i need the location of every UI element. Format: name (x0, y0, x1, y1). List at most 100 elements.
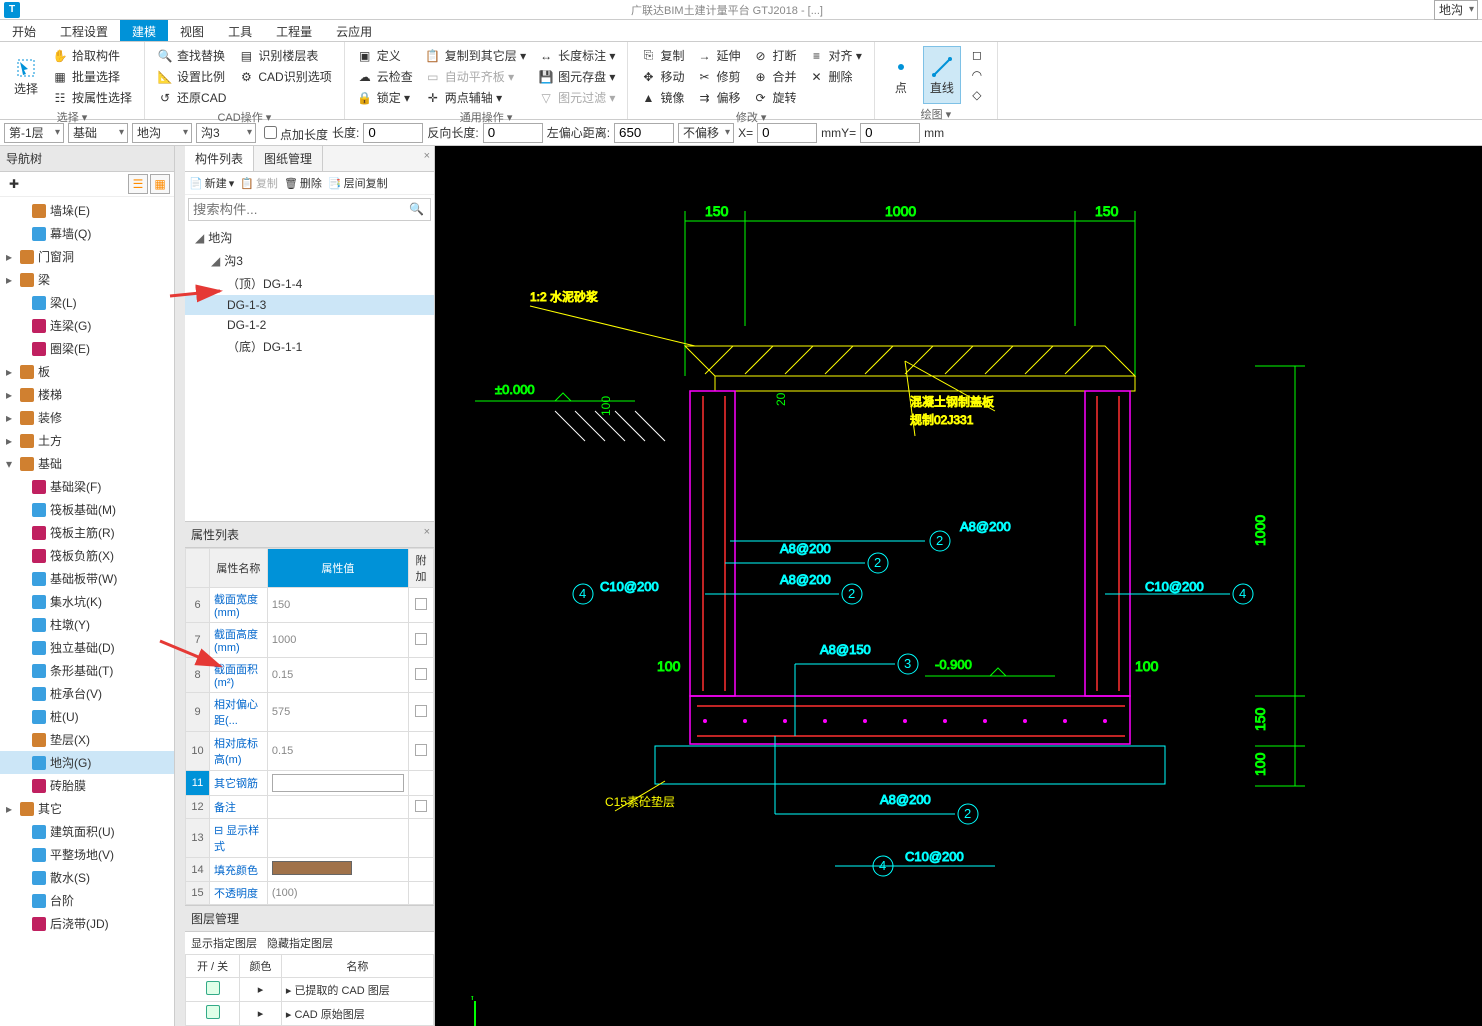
draw-more-1[interactable]: ◻ (965, 46, 989, 64)
copy-button[interactable]: ⎘复制 (636, 46, 688, 65)
prop-check[interactable] (415, 744, 427, 756)
nav-item[interactable]: 筏板负筋(X) (0, 544, 174, 567)
prop-check[interactable] (415, 800, 427, 812)
leftoff-input[interactable] (614, 123, 674, 143)
len-input[interactable] (363, 123, 423, 143)
twoaux-button[interactable]: ✛两点辅轴 ▾ (421, 88, 530, 107)
hide-layer-button[interactable]: 隐藏指定图层 (267, 935, 333, 951)
nav-item[interactable]: 基础梁(F) (0, 475, 174, 498)
nav-item[interactable]: 台阶 (0, 889, 174, 912)
delete-button[interactable]: ✕删除 (805, 67, 866, 86)
select-button[interactable]: 选择 (8, 46, 44, 107)
prop-check[interactable] (415, 705, 427, 717)
prop-row[interactable]: 13⊟ 显示样式 (186, 819, 434, 858)
lock-button[interactable]: 🔒锁定 ▾ (353, 88, 417, 107)
nav-item[interactable]: 集水坑(K) (0, 590, 174, 613)
type-dropdown[interactable]: 地沟 (132, 123, 192, 143)
prop-row[interactable]: 7截面高度(mm)1000 (186, 623, 434, 658)
prop-row[interactable]: 6截面宽度(mm)150 (186, 588, 434, 623)
component-item[interactable]: （底）DG-1-1 (185, 335, 434, 358)
name-dropdown[interactable]: 沟3 (196, 123, 256, 143)
nav-item[interactable]: ▸土方 (0, 429, 174, 452)
restore-button[interactable]: ↺还原CAD (153, 88, 230, 107)
batch-button[interactable]: ▦批量选择 (48, 67, 136, 86)
component-item[interactable]: （顶）DG-1-4 (185, 272, 434, 295)
nav-item[interactable]: 散水(S) (0, 866, 174, 889)
scale-button[interactable]: 📐设置比例 (153, 67, 230, 86)
trim-button[interactable]: ✂修剪 (692, 67, 744, 86)
nav-item[interactable]: 幕墙(Q) (0, 222, 174, 245)
x-input[interactable] (757, 123, 817, 143)
offset-button[interactable]: ⇉偏移 (692, 88, 744, 107)
search-icon[interactable]: 🔍 (403, 199, 430, 220)
nav-tree[interactable]: 墙垛(E)幕墙(Q)▸门窗洞▸梁梁(L)连梁(G)圈梁(E)▸板▸楼梯▸装修▸土… (0, 197, 174, 1026)
nav-item[interactable]: 筏板基础(M) (0, 498, 174, 521)
lenlabel-button[interactable]: ↔长度标注 ▾ (534, 46, 619, 65)
revlen-input[interactable] (483, 123, 543, 143)
mirror-button[interactable]: ▲镜像 (636, 88, 688, 107)
filter-button[interactable]: ▽图元过滤 ▾ (534, 88, 619, 107)
copyother-button[interactable]: 📋复制到其它层 ▾ (421, 46, 530, 65)
y-input[interactable] (860, 123, 920, 143)
draw-more-2[interactable]: ◠ (965, 66, 989, 84)
nav-item[interactable]: 柱墩(Y) (0, 613, 174, 636)
top-right-field[interactable]: 地沟 (1434, 0, 1478, 20)
layer-toggle-2[interactable] (206, 1005, 220, 1019)
nav-item[interactable]: 基础板带(W) (0, 567, 174, 590)
show-layer-button[interactable]: 显示指定图层 (191, 935, 257, 951)
search-input[interactable] (189, 199, 403, 220)
cadopt-button[interactable]: ⚙CAD识别选项 (234, 67, 335, 86)
nav-item[interactable]: 桩承台(V) (0, 682, 174, 705)
nav-item[interactable]: ▸门窗洞 (0, 245, 174, 268)
component-item[interactable]: ◢地沟 (185, 226, 434, 249)
tab-component-list[interactable]: 构件列表 (185, 146, 254, 171)
tab-view[interactable]: 视图 (168, 20, 216, 41)
merge-button[interactable]: ⊕合并 (748, 67, 800, 86)
prop-row[interactable]: 9相对偏心距(...575 (186, 693, 434, 732)
copy-comp-button[interactable]: 📋复制 (240, 175, 278, 191)
pick-button[interactable]: ✋拾取构件 (48, 46, 136, 65)
tab-quantity[interactable]: 工程量 (264, 20, 324, 41)
prop-row[interactable]: 15不透明度(100) (186, 882, 434, 905)
nav-item[interactable]: 平整场地(V) (0, 843, 174, 866)
tab-model[interactable]: 建模 (120, 20, 168, 41)
prop-row[interactable]: 10相对底标高(m)0.15 (186, 732, 434, 771)
layer-row-1[interactable]: ▸▸ 已提取的 CAD 图层 (186, 978, 434, 1002)
tab-start[interactable]: 开始 (0, 20, 48, 41)
nav-item[interactable]: 垫层(X) (0, 728, 174, 751)
nav-item[interactable]: ▾基础 (0, 452, 174, 475)
color-swatch[interactable] (272, 861, 352, 875)
tab-cloud[interactable]: 云应用 (324, 20, 384, 41)
nav-item[interactable]: ▸楼梯 (0, 383, 174, 406)
props-close[interactable]: × (424, 526, 430, 538)
line-button[interactable]: 直线 (923, 46, 961, 104)
layer-row-2[interactable]: ▸▸ CAD 原始图层 (186, 1002, 434, 1026)
extend-button[interactable]: →延伸 (692, 46, 744, 65)
new-button[interactable]: 📄新建 ▾ (189, 175, 234, 191)
tab-project[interactable]: 工程设置 (48, 20, 120, 41)
prop-row[interactable]: 11其它钢筋 (186, 771, 434, 796)
nav-item[interactable]: ▸梁 (0, 268, 174, 291)
break-button[interactable]: ⊘打断 (748, 46, 800, 65)
find-button[interactable]: 🔍查找替换 (153, 46, 230, 65)
layer-toggle-1[interactable] (206, 981, 220, 995)
prop-row[interactable]: 8截面面积(m²)0.15 (186, 658, 434, 693)
nav-item[interactable]: 连梁(G) (0, 314, 174, 337)
point-button[interactable]: 点 (883, 46, 919, 104)
reclayer-button[interactable]: ▤识别楼层表 (234, 46, 335, 65)
cloud-button[interactable]: ☁云检查 (353, 67, 417, 86)
floor-dropdown[interactable]: 第-1层 (4, 123, 64, 143)
addlen-check[interactable]: 点加长度 (260, 123, 328, 143)
nav-item[interactable]: 独立基础(D) (0, 636, 174, 659)
tab-tools[interactable]: 工具 (216, 20, 264, 41)
nav-item[interactable]: 建筑面积(U) (0, 820, 174, 843)
nav-item[interactable]: 圈梁(E) (0, 337, 174, 360)
prop-check[interactable] (415, 598, 427, 610)
nav-item[interactable]: 条形基础(T) (0, 659, 174, 682)
nav-tool-1[interactable]: ✚ (4, 174, 24, 194)
byprop-button[interactable]: ☷按属性选择 (48, 88, 136, 107)
panel-close[interactable]: × (424, 150, 430, 162)
rotate-button[interactable]: ⟳旋转 (748, 88, 800, 107)
category-dropdown[interactable]: 基础 (68, 123, 128, 143)
nav-item[interactable]: 后浇带(JD) (0, 912, 174, 935)
